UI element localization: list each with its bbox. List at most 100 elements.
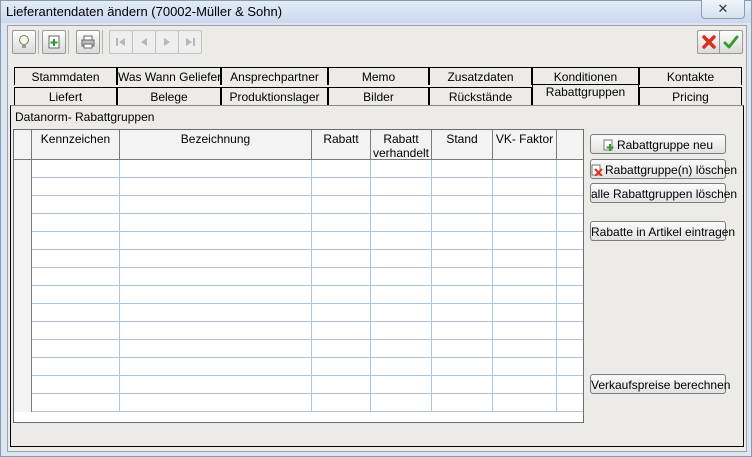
window-close-button[interactable]: ✕ (701, 0, 745, 19)
column-header-rabatt-verhandelt[interactable]: Rabatt verhandelt (371, 130, 432, 160)
table-cell[interactable] (493, 268, 557, 286)
new-document-button[interactable] (42, 30, 66, 54)
table-cell[interactable] (432, 178, 493, 196)
previous-record-button[interactable] (132, 30, 156, 54)
table-row[interactable] (14, 304, 583, 322)
row-indicator[interactable] (14, 286, 32, 304)
table-cell[interactable] (120, 376, 312, 394)
tab-rueckstaende[interactable]: Rückstände (429, 87, 532, 105)
row-indicator[interactable] (14, 214, 32, 232)
tab-was-wann-geliefert[interactable]: Was Wann Geliefert (117, 67, 221, 85)
table-cell[interactable] (120, 160, 312, 178)
row-indicator[interactable] (14, 358, 32, 376)
table-cell[interactable] (32, 394, 120, 412)
table-cell[interactable] (493, 322, 557, 340)
tab-produktionslager[interactable]: Produktionslager (221, 87, 328, 105)
table-cell[interactable] (371, 196, 432, 214)
tab-konditionen[interactable]: Konditionen (532, 67, 639, 85)
table-row[interactable] (14, 250, 583, 268)
table-cell[interactable] (371, 160, 432, 178)
tab-zusatzdaten[interactable]: Zusatzdaten (429, 67, 532, 85)
table-cell[interactable] (32, 232, 120, 250)
column-header-stand[interactable]: Stand (432, 130, 493, 160)
table-cell[interactable] (371, 268, 432, 286)
table-cell[interactable] (432, 268, 493, 286)
table-cell[interactable] (32, 340, 120, 358)
table-cell[interactable] (493, 232, 557, 250)
table-cell[interactable] (371, 214, 432, 232)
table-cell[interactable] (312, 250, 371, 268)
row-indicator[interactable] (14, 268, 32, 286)
table-cell[interactable] (371, 358, 432, 376)
tab-ansprechpartner[interactable]: Ansprechpartner (221, 67, 328, 85)
table-cell[interactable] (120, 286, 312, 304)
table-cell[interactable] (32, 322, 120, 340)
first-record-button[interactable] (109, 30, 133, 54)
table-cell[interactable] (120, 358, 312, 376)
table-cell[interactable] (432, 358, 493, 376)
row-indicator[interactable] (14, 322, 32, 340)
column-header-rabatt[interactable]: Rabatt (312, 130, 371, 160)
table-row[interactable] (14, 196, 583, 214)
table-cell[interactable] (32, 160, 120, 178)
table-cell[interactable] (312, 178, 371, 196)
table-cell[interactable] (493, 394, 557, 412)
table-row[interactable] (14, 394, 583, 412)
table-cell[interactable] (32, 178, 120, 196)
table-cell[interactable] (32, 268, 120, 286)
table-cell[interactable] (32, 286, 120, 304)
row-indicator[interactable] (14, 160, 32, 178)
table-cell[interactable] (312, 394, 371, 412)
row-indicator[interactable] (14, 340, 32, 358)
table-cell[interactable] (371, 250, 432, 268)
table-cell[interactable] (432, 340, 493, 358)
table-cell[interactable] (312, 304, 371, 322)
table-cell[interactable] (120, 232, 312, 250)
table-cell[interactable] (493, 358, 557, 376)
row-indicator[interactable] (14, 376, 32, 394)
table-cell[interactable] (120, 340, 312, 358)
table-cell[interactable] (432, 394, 493, 412)
table-cell[interactable] (32, 214, 120, 232)
table-cell[interactable] (371, 178, 432, 196)
row-indicator[interactable] (14, 196, 32, 214)
table-cell[interactable] (120, 322, 312, 340)
calculate-prices-button[interactable]: Verkaufspreise berechnen (590, 374, 730, 394)
table-cell[interactable] (493, 340, 557, 358)
table-cell[interactable] (493, 160, 557, 178)
tab-bilder[interactable]: Bilder (328, 87, 429, 105)
tab-liefert[interactable]: Liefert (14, 87, 117, 105)
table-cell[interactable] (32, 304, 120, 322)
table-cell[interactable] (120, 268, 312, 286)
table-cell[interactable] (120, 304, 312, 322)
row-indicator[interactable] (14, 250, 32, 268)
column-header-kennzeichen[interactable]: Kennzeichen (32, 130, 120, 160)
delete-groups-button[interactable]: Rabattgruppe(n) löschen (590, 159, 737, 179)
new-group-button[interactable]: Rabattgruppe neu (590, 134, 726, 154)
tab-stammdaten[interactable]: Stammdaten (14, 67, 117, 85)
rabattgruppen-grid[interactable]: Kennzeichen Bezeichnung Rabatt Rabatt ve… (13, 129, 584, 423)
table-row[interactable] (14, 358, 583, 376)
table-cell[interactable] (32, 358, 120, 376)
table-cell[interactable] (371, 394, 432, 412)
tab-pricing[interactable]: Pricing (639, 87, 742, 105)
table-cell[interactable] (312, 160, 371, 178)
table-row[interactable] (14, 286, 583, 304)
last-record-button[interactable] (178, 30, 202, 54)
table-row[interactable] (14, 232, 583, 250)
apply-discounts-button[interactable]: Rabatte in Artikel eintragen (590, 221, 735, 241)
table-cell[interactable] (312, 232, 371, 250)
table-cell[interactable] (432, 286, 493, 304)
table-row[interactable] (14, 340, 583, 358)
table-cell[interactable] (432, 196, 493, 214)
tab-belege[interactable]: Belege (117, 87, 221, 105)
table-cell[interactable] (493, 304, 557, 322)
table-cell[interactable] (371, 376, 432, 394)
tab-rabattgruppen[interactable]: Rabattgruppen (532, 84, 639, 105)
table-cell[interactable] (371, 304, 432, 322)
table-cell[interactable] (312, 358, 371, 376)
table-cell[interactable] (312, 286, 371, 304)
table-cell[interactable] (493, 214, 557, 232)
table-cell[interactable] (120, 250, 312, 268)
table-cell[interactable] (32, 250, 120, 268)
